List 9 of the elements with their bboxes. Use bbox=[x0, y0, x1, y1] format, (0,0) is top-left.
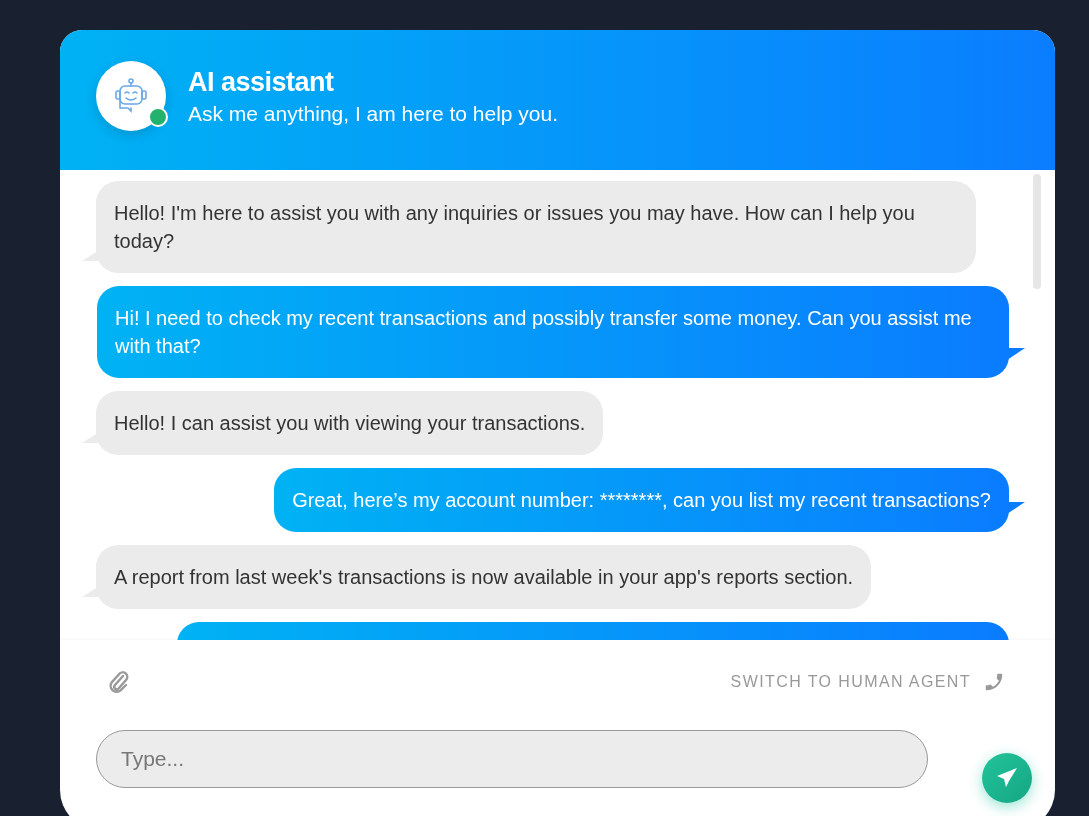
assistant-message: A report from last week's transactions is now available in your app's reports section. bbox=[114, 566, 854, 588]
user-message: Great, here’s my account number: ********, can you list my recent transactions? bbox=[292, 489, 991, 511]
message-input[interactable]: Type... bbox=[96, 730, 928, 788]
assistant-message: Hello! I can assist you with viewing your transactions. bbox=[114, 412, 586, 434]
assistant-subtitle: Ask me anything, I am here to help you. bbox=[188, 101, 559, 126]
switch-to-agent-button[interactable]: SWITCH TO HUMAN AGENT bbox=[730, 671, 1005, 693]
assistant-title: AI assistant bbox=[188, 66, 335, 98]
assistant-message: Hello! I'm here to assist you with any inquiries or issues you may have. How can I help you today? bbox=[114, 202, 915, 252]
user-message: Hi! I need to check my recent transactions and possibly transfer some money. Can you assist me with that? bbox=[115, 307, 972, 357]
